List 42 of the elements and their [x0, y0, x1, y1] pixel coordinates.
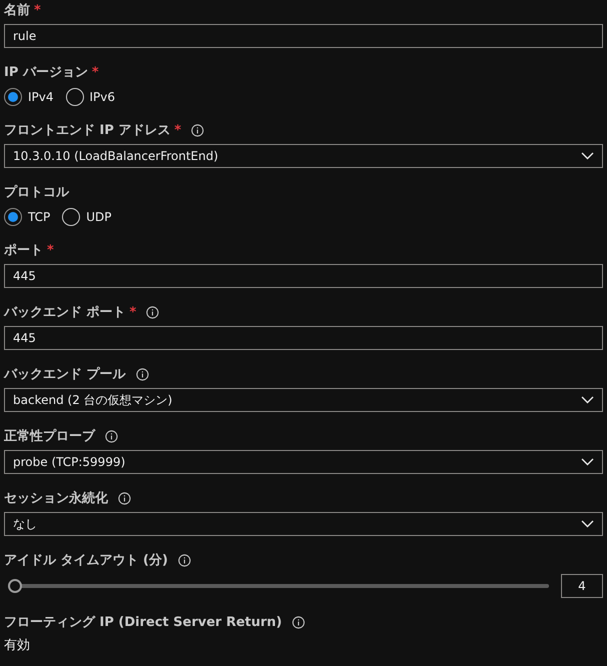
chevron-down-icon [581, 396, 594, 404]
field-label: バックエンド プール [4, 366, 126, 383]
chevron-down-icon [581, 458, 594, 466]
radio-option[interactable]: IPv4 [4, 88, 54, 106]
slider-track[interactable] [8, 578, 549, 594]
text-field[interactable]: 445 [4, 264, 603, 288]
required-mark: * [130, 304, 136, 320]
radio-option[interactable]: UDP [62, 208, 112, 226]
field-label: フロントエンド IP アドレス [4, 122, 170, 139]
field-label: 名前 [4, 2, 30, 19]
radio-option[interactable]: TCP [4, 208, 50, 226]
chevron-down-icon [581, 520, 594, 528]
value-text: 有効 [4, 637, 31, 654]
field-label: ポート [4, 242, 43, 259]
text-field[interactable]: 445 [4, 326, 603, 350]
required-mark: * [174, 122, 182, 138]
info-icon[interactable] [178, 554, 191, 566]
info-icon[interactable] [292, 616, 306, 628]
required-mark: * [34, 2, 41, 18]
field-label: IP バージョン [4, 64, 88, 81]
field-label: セッション永続化 [4, 490, 108, 507]
required-mark: * [47, 242, 54, 258]
slider-thumb[interactable] [8, 579, 22, 593]
field-label: バックエンド ポート [4, 304, 126, 321]
dropdown[interactable]: backend (2 台の仮想マシン) [4, 388, 603, 412]
field-label: 正常性プローブ [4, 428, 95, 445]
info-icon[interactable] [191, 124, 204, 136]
info-icon[interactable] [136, 368, 149, 380]
info-icon[interactable] [105, 430, 118, 442]
dropdown[interactable]: なし [4, 512, 603, 536]
radio-option[interactable]: IPv6 [66, 88, 116, 106]
field-label: フローティング IP (Direct Server Return) [4, 614, 282, 631]
info-icon[interactable] [118, 492, 131, 504]
text-field[interactable]: rule [4, 24, 603, 48]
info-icon[interactable] [146, 306, 160, 318]
required-mark: * [92, 64, 99, 80]
dropdown[interactable]: 10.3.0.10 (LoadBalancerFrontEnd) [4, 144, 603, 168]
dropdown[interactable]: probe (TCP:59999) [4, 450, 603, 474]
chevron-down-icon [581, 152, 594, 160]
number-field[interactable]: 4 [561, 574, 603, 598]
field-label: プロトコル [4, 184, 69, 201]
field-label: アイドル タイムアウト (分) [4, 552, 168, 569]
